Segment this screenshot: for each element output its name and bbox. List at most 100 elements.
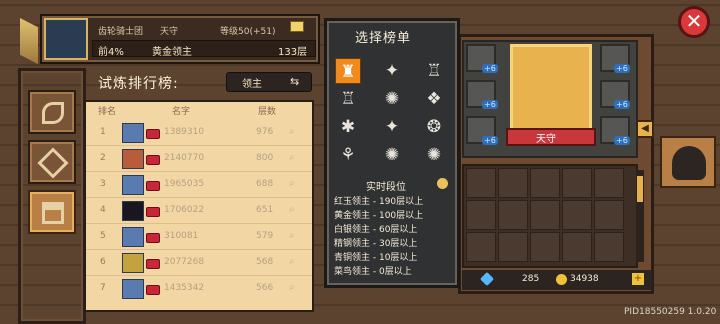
player-floor: 133层	[278, 47, 308, 58]
mail-icon[interactable]	[290, 21, 304, 32]
left-wing-icon	[20, 18, 38, 64]
tier-rule: 精钢领主 - 30层以上	[334, 239, 418, 249]
magnifier-icon[interactable]: ⌕	[289, 204, 295, 215]
inventory-cell[interactable]	[498, 168, 528, 198]
table-row[interactable]: 1 1389310 976 ⌕	[86, 120, 312, 146]
table-row[interactable]: 7 1435342 566 ⌕	[86, 276, 312, 302]
row-rank: 7	[100, 283, 106, 293]
close-button[interactable]: ✕	[678, 6, 710, 38]
page-title: 试炼排行榜:	[98, 76, 179, 92]
row-floor: 688	[256, 179, 274, 189]
inventory-cell[interactable]	[562, 168, 592, 198]
row-rank: 6	[100, 257, 106, 267]
table-row[interactable]: 2 2140770 800 ⌕	[86, 146, 312, 172]
table-row[interactable]: 3 1965035 688 ⌕	[86, 172, 312, 198]
player-percent: 前4%	[98, 47, 124, 58]
table-row[interactable]: 5 310081 579 ⌕	[86, 224, 312, 250]
player-avatar	[122, 175, 144, 195]
row-name: 1435342	[164, 283, 205, 293]
inventory-cell[interactable]	[594, 200, 624, 230]
row-rank: 4	[100, 205, 106, 215]
upgrade-badge: +6	[614, 100, 630, 109]
board-option-icon[interactable]: ♜	[335, 58, 361, 84]
coin-count: 34938	[570, 274, 599, 284]
inventory-cell[interactable]	[498, 200, 528, 230]
add-coins-button[interactable]: +	[632, 273, 644, 285]
board-option-icon[interactable]: ⚘	[335, 142, 361, 168]
inventory-cell[interactable]	[498, 232, 528, 262]
board-option-icon[interactable]: ✦	[379, 114, 405, 140]
sidebar-tab-ranking[interactable]	[28, 190, 76, 234]
guild-badge-icon	[146, 155, 160, 165]
inventory-cell[interactable]	[594, 168, 624, 198]
row-name: 1706022	[164, 205, 205, 215]
player-tier: 黄金领主	[152, 47, 192, 58]
realtime-tier-title: 实时段位	[366, 182, 406, 193]
hero-portrait[interactable]	[510, 44, 592, 134]
guild-badge-icon	[146, 181, 160, 191]
tier-rule: 红玉领主 - 190层以上	[334, 197, 424, 207]
row-floor: 566	[256, 283, 274, 293]
player-level: 等级50(+51)	[220, 27, 276, 37]
popup-title: 选择榜单	[355, 31, 412, 46]
sidebar-tab-diamond[interactable]	[28, 140, 76, 184]
magnifier-icon[interactable]: ⌕	[289, 256, 295, 267]
arrow-left-icon[interactable]: ◀	[636, 120, 654, 138]
upgrade-badge: +6	[482, 64, 498, 73]
board-option-icon[interactable]: ♖	[335, 86, 361, 112]
hero-name: 天守	[536, 134, 556, 145]
row-rank: 3	[100, 179, 106, 189]
upgrade-badge: +6	[482, 136, 498, 145]
inventory-cell[interactable]	[530, 168, 560, 198]
player-avatar	[44, 18, 88, 60]
guild-badge-icon	[146, 129, 160, 139]
board-option-icon[interactable]: ✺	[379, 86, 405, 112]
swap-icon[interactable]: ⇆	[290, 75, 299, 88]
row-floor: 800	[256, 153, 274, 163]
helmet-icon	[672, 146, 706, 180]
player-avatar	[122, 201, 144, 221]
board-option-icon[interactable]: ♖	[421, 58, 447, 84]
row-name: 1965035	[164, 179, 205, 189]
feather-icon	[42, 102, 64, 124]
inventory-cell[interactable]	[530, 232, 560, 262]
coin-icon	[556, 274, 567, 285]
player-avatar	[122, 253, 144, 273]
inventory-cell[interactable]	[562, 200, 592, 230]
row-name: 310081	[164, 231, 199, 241]
row-floor: 568	[256, 257, 274, 267]
row-rank: 2	[100, 153, 106, 163]
sidebar-tab-feather[interactable]	[28, 90, 76, 134]
scrollbar-thumb[interactable]	[637, 176, 643, 202]
inventory-cell[interactable]	[466, 232, 496, 262]
inventory-cell[interactable]	[466, 200, 496, 230]
magnifier-icon[interactable]: ⌕	[289, 230, 295, 241]
table-row[interactable]: 6 2077268 568 ⌕	[86, 250, 312, 276]
podium-icon	[42, 202, 64, 224]
inventory-cell[interactable]	[466, 168, 496, 198]
guild-badge-icon	[146, 233, 160, 243]
board-selector-label: 领主	[242, 79, 262, 90]
board-option-icon[interactable]: ❂	[421, 114, 447, 140]
inventory-cell[interactable]	[562, 232, 592, 262]
magnifier-icon[interactable]: ⌕	[289, 126, 295, 137]
column-rank: 排名	[98, 107, 117, 117]
magnifier-icon[interactable]: ⌕	[289, 152, 295, 163]
board-option-icon[interactable]: ❖	[421, 86, 447, 112]
info-icon[interactable]	[437, 178, 448, 189]
player-name: 天守	[160, 27, 179, 37]
inventory-cell[interactable]	[594, 232, 624, 262]
row-name: 1389310	[164, 127, 205, 137]
build-id: PID18550259 1.0.20	[624, 307, 717, 317]
magnifier-icon[interactable]: ⌕	[289, 282, 295, 293]
table-row[interactable]: 4 1706022 651 ⌕	[86, 198, 312, 224]
inventory-cell[interactable]	[530, 200, 560, 230]
board-option-icon[interactable]: ✱	[335, 114, 361, 140]
board-option-icon[interactable]: ✦	[379, 58, 405, 84]
board-option-icon[interactable]: ✺	[421, 142, 447, 168]
magnifier-icon[interactable]: ⌕	[289, 178, 295, 189]
tier-rule: 白银领主 - 60层以上	[334, 225, 418, 235]
player-avatar	[122, 279, 144, 299]
hero-tab[interactable]	[660, 136, 716, 188]
board-option-icon[interactable]: ✺	[379, 142, 405, 168]
